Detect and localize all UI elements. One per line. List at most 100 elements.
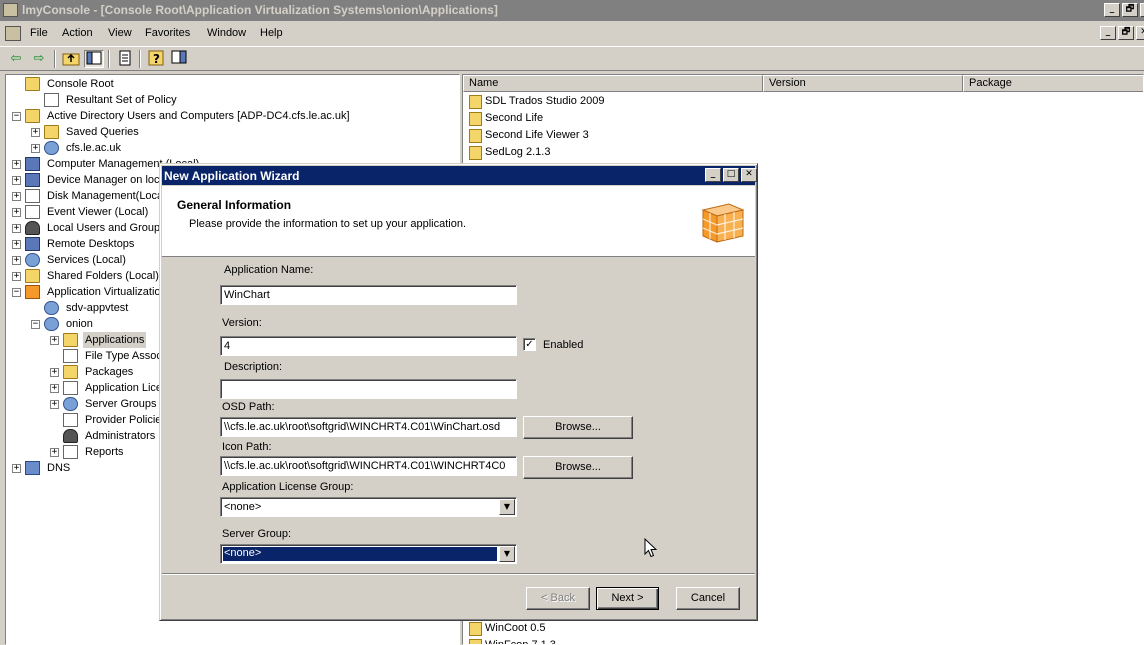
expand-icon[interactable]: + — [12, 224, 21, 233]
toolbar-separator — [54, 50, 56, 68]
folder-icon — [25, 269, 40, 283]
application-icon — [469, 129, 482, 143]
chevron-down-icon[interactable]: ▼ — [499, 499, 515, 515]
expand-icon[interactable]: + — [50, 400, 59, 409]
tree-item-label: cfs.le.ac.uk — [66, 142, 122, 154]
list-item-label: SedLog 2.1.3 — [485, 146, 551, 158]
menu-bar: File Action View Favorites Window Help _… — [0, 22, 1144, 44]
wizard-close-button[interactable]: ✕ — [741, 168, 757, 182]
expand-icon[interactable]: + — [31, 144, 40, 153]
folder-icon — [63, 365, 78, 379]
toolbar-separator — [108, 50, 110, 68]
expand-icon[interactable]: + — [12, 208, 21, 217]
list-item-label: Second Life Viewer 3 — [485, 129, 589, 141]
close-button[interactable]: ✕ — [1140, 3, 1144, 17]
wizard-maximize-button[interactable]: □ — [723, 168, 739, 182]
console-menu-icon[interactable] — [5, 26, 21, 41]
doc-icon — [63, 445, 78, 459]
expand-icon[interactable]: + — [12, 464, 21, 473]
menu-help[interactable]: Help — [260, 27, 283, 39]
tree-item-label: DNS — [47, 462, 71, 474]
toolbar-separator — [139, 50, 141, 68]
expand-icon[interactable]: + — [12, 192, 21, 201]
menu-favorites[interactable]: Favorites — [145, 27, 190, 39]
icon-path-label: Icon Path: — [222, 441, 272, 453]
expand-icon[interactable]: + — [50, 448, 59, 457]
description-label: Description: — [224, 361, 283, 373]
back-button[interactable]: < Back — [526, 587, 590, 610]
mdi-minimize-button[interactable]: _ — [1100, 26, 1116, 40]
menu-window[interactable]: Window — [207, 27, 246, 39]
tree-item-label: Packages — [85, 366, 134, 378]
up-folder-icon[interactable] — [61, 50, 81, 68]
wizard-minimize-button[interactable]: _ — [705, 168, 721, 182]
icon-browse-button[interactable]: Browse... — [523, 456, 633, 479]
icon-path-input[interactable]: \\cfs.le.ac.uk\root\softgrid\WINCHRT4.C0… — [220, 456, 517, 476]
export-list-icon[interactable] — [115, 50, 135, 68]
menu-view[interactable]: View — [108, 27, 132, 39]
folder-icon — [63, 333, 78, 347]
column-header-name[interactable]: Name — [463, 75, 763, 92]
enabled-checkbox[interactable]: ✓ — [523, 338, 536, 351]
show-hide-tree-icon[interactable] — [84, 50, 104, 68]
next-button[interactable]: Next > — [596, 587, 659, 610]
expand-icon[interactable]: + — [12, 176, 21, 185]
license-group-value: <none> — [224, 501, 262, 513]
mdi-restore-button[interactable]: 🗗 — [1118, 26, 1134, 40]
tree-item-label: Shared Folders (Local) — [47, 270, 159, 282]
show-action-pane-icon[interactable] — [169, 50, 189, 68]
column-header-version[interactable]: Version — [763, 75, 963, 92]
tree-item-label: Saved Queries — [66, 126, 139, 138]
cancel-button[interactable]: Cancel — [676, 587, 740, 610]
license-group-select[interactable]: <none> ▼ — [220, 497, 517, 517]
version-label: Version: — [222, 317, 262, 329]
minimize-button[interactable]: _ — [1104, 3, 1120, 17]
list-item-label: WinFcon 7.1.3 — [485, 639, 556, 645]
tree-item-label: File Type Assoc — [85, 350, 162, 362]
forward-arrow-icon[interactable]: ⇨ — [29, 50, 49, 68]
expand-icon[interactable]: + — [50, 384, 59, 393]
mouse-cursor-icon — [644, 538, 658, 558]
expand-icon[interactable]: + — [12, 240, 21, 249]
tree-item-label: onion — [66, 318, 93, 330]
chevron-down-icon[interactable]: ▼ — [499, 546, 515, 562]
wizard-footer-divider — [162, 573, 755, 575]
back-arrow-icon[interactable]: ⇦ — [6, 50, 26, 68]
version-input[interactable]: 4 — [220, 336, 517, 356]
tree-item-label: Local Users and Groups — [47, 222, 166, 234]
collapse-icon[interactable]: − — [31, 320, 40, 329]
mmc-app-icon[interactable] — [3, 3, 18, 17]
description-input[interactable] — [220, 379, 517, 399]
osd-browse-button[interactable]: Browse... — [523, 416, 633, 439]
server-group-select[interactable]: <none> ▼ — [220, 544, 517, 564]
application-icon — [469, 639, 482, 644]
expand-icon[interactable]: + — [50, 336, 59, 345]
expand-icon[interactable]: + — [31, 128, 40, 137]
app-name-input[interactable]: WinChart — [220, 285, 517, 305]
expand-icon[interactable]: + — [12, 256, 21, 265]
app-name-label: Application Name: — [224, 264, 314, 276]
expand-icon[interactable]: + — [12, 160, 21, 169]
doc-icon — [25, 205, 40, 219]
menu-action[interactable]: Action — [62, 27, 93, 39]
svg-text:?: ? — [153, 52, 160, 66]
collapse-icon[interactable]: − — [12, 112, 21, 121]
tree-item-label: Resultant Set of Policy — [66, 94, 177, 106]
restore-button[interactable]: 🗗 — [1122, 3, 1138, 17]
application-icon — [469, 622, 482, 636]
gear-icon — [25, 253, 40, 267]
menu-file[interactable]: File — [30, 27, 48, 39]
tree-item-label: Services (Local) — [47, 254, 126, 266]
column-header-package[interactable]: Package — [963, 75, 1143, 92]
collapse-icon[interactable]: − — [12, 288, 21, 297]
expand-icon[interactable]: + — [50, 368, 59, 377]
osd-path-input[interactable]: \\cfs.le.ac.uk\root\softgrid\WINCHRT4.C0… — [220, 417, 517, 437]
server-group-value: <none> — [224, 547, 262, 559]
list-item-label: SDL Trados Studio 2009 — [485, 95, 605, 107]
gear-icon — [63, 397, 78, 411]
softgrid-cube-icon — [701, 203, 745, 243]
expand-icon[interactable]: + — [12, 272, 21, 281]
mdi-close-button[interactable]: ✕ — [1136, 26, 1144, 40]
user-icon — [63, 429, 78, 443]
help-icon[interactable]: ? — [146, 50, 166, 68]
